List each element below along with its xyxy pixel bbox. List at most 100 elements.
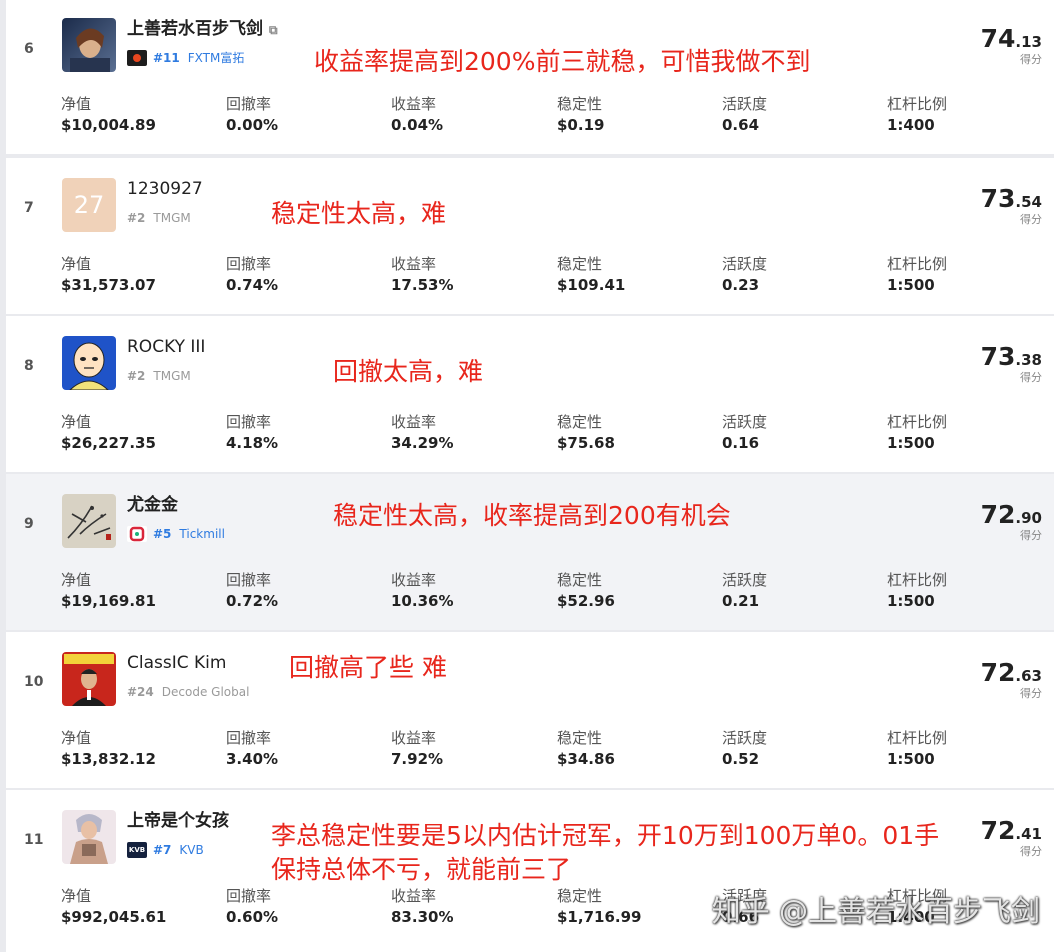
avatar[interactable]: [62, 494, 116, 548]
metric-stability: 稳定性 $109.41: [557, 254, 625, 296]
avatar[interactable]: 27: [62, 178, 116, 232]
score-decimal: .41: [1015, 825, 1042, 843]
metric-label: 回撤率: [226, 413, 272, 431]
metric-drawdown: 回撤率 0.72%: [226, 570, 278, 612]
metric-return: 收益率 83.30%: [391, 886, 453, 928]
metrics-row: 净值 $13,832.12 回撤率 3.40% 收益率 7.92% 稳定性 $34.86…: [61, 728, 981, 778]
metric-label: 净值: [61, 95, 92, 113]
score-label: 得分: [1020, 529, 1042, 542]
score-decimal: .90: [1015, 509, 1042, 527]
broker-rank: #7: [153, 843, 172, 857]
trader-card[interactable]: 10 ClassIC Kim #24 Decode Global 72.63 得…: [6, 632, 1054, 788]
score: 72.41 得分: [981, 816, 1042, 859]
trader-name[interactable]: 上善若水百步飞剑 ⧉: [127, 18, 278, 41]
trader-name[interactable]: ROCKY III: [127, 336, 205, 358]
metric-value: 1:400: [887, 116, 935, 134]
annotation-note: 稳定性太高，收率提高到200有机会: [333, 501, 731, 530]
score: 73.54 得分: [981, 184, 1042, 227]
rank-number: 6: [24, 41, 34, 57]
metric-drawdown: 回撤率 3.40%: [226, 728, 278, 770]
metric-label: 净值: [61, 571, 92, 589]
metric-value: 0.00%: [226, 116, 279, 134]
metric-value: 0.64: [722, 116, 760, 134]
broker-rank: #2: [127, 211, 146, 225]
metric-activity: 活跃度 0.64: [722, 94, 767, 136]
metric-equity: 净值 $10,004.89: [61, 94, 156, 136]
broker-rank: #5: [153, 527, 172, 541]
metric-value: $75.68: [557, 434, 615, 452]
annotation-note: 收益率提高到200%前三就稳，可惜我做不到: [314, 47, 811, 76]
score: 72.63 得分: [981, 658, 1042, 701]
metric-value: 1:500: [887, 276, 935, 294]
metric-label: 收益率: [391, 887, 437, 905]
score: 72.90 得分: [981, 500, 1042, 543]
score: 73.38 得分: [981, 342, 1042, 385]
tickmill-logo-icon: [127, 526, 147, 542]
metric-value: 0.04%: [391, 116, 444, 134]
score-integer: 72: [980, 500, 1016, 529]
metrics-row: 净值 $31,573.07 回撤率 0.74% 收益率 17.53% 稳定性 $109.…: [61, 254, 981, 304]
broker-name[interactable]: Decode Global: [162, 684, 250, 700]
broker-rank: #2: [127, 369, 146, 383]
metric-activity: 活跃度 0.16: [722, 412, 767, 454]
broker-name[interactable]: TMGM: [153, 210, 190, 226]
metric-label: 活跃度: [722, 571, 768, 589]
metric-value: 10.36%: [391, 592, 454, 610]
broker-name[interactable]: FXTM富拓: [188, 50, 245, 66]
metric-label: 杠杆比例: [887, 95, 948, 113]
metric-label: 稳定性: [557, 571, 603, 589]
trader-name[interactable]: 尤金金: [127, 494, 178, 516]
metric-value: $19,169.81: [61, 592, 156, 610]
metric-label: 收益率: [391, 255, 437, 273]
metric-activity: 活跃度 0.21: [722, 570, 767, 612]
trader-card[interactable]: 6 上善若水百步飞剑 ⧉ #11 FXTM富拓 74.13 得分 净值 $10,…: [6, 0, 1054, 154]
broker-name[interactable]: Tickmill: [179, 526, 225, 542]
metric-label: 稳定性: [557, 887, 603, 905]
metric-label: 回撤率: [226, 571, 272, 589]
metric-label: 净值: [61, 413, 92, 431]
metric-value: $13,832.12: [61, 750, 156, 768]
broker-name[interactable]: KVB: [179, 842, 203, 858]
external-link-icon[interactable]: ⧉: [269, 23, 278, 37]
trader-card[interactable]: 7 27 1230927 #2 TMGM 73.54 得分 净值 $31,573.…: [6, 158, 1054, 314]
rank-number: 11: [24, 832, 44, 848]
metric-label: 收益率: [391, 95, 437, 113]
avatar[interactable]: [62, 810, 116, 864]
broker-name[interactable]: TMGM: [153, 368, 190, 384]
broker-line: KVB #7 KVB: [127, 842, 204, 858]
metric-value: 1:500: [887, 434, 935, 452]
metric-equity: 净值 $26,227.35: [61, 412, 156, 454]
broker-rank: #11: [153, 51, 180, 65]
metric-label: 活跃度: [722, 413, 768, 431]
broker-line: #11 FXTM富拓: [127, 50, 244, 66]
metric-label: 杠杆比例: [887, 413, 948, 431]
broker-line: #2 TMGM: [127, 210, 191, 226]
metric-value: $34.86: [557, 750, 615, 768]
score-integer: 74: [980, 24, 1016, 53]
avatar[interactable]: [62, 652, 116, 706]
trader-name[interactable]: 1230927: [127, 178, 203, 200]
metric-value: 1:500: [887, 750, 935, 768]
metric-equity: 净值 $13,832.12: [61, 728, 156, 770]
trader-card[interactable]: 8 ROCKY III #2 TMGM 73.38 得分 净值 $26,227.3…: [6, 316, 1054, 472]
metrics-row: 净值 $10,004.89 回撤率 0.00% 收益率 0.04% 稳定性 $0.19 …: [61, 94, 981, 144]
metrics-row: 净值 $26,227.35 回撤率 4.18% 收益率 34.29% 稳定性 $75.6…: [61, 412, 981, 462]
metric-value: 0.72%: [226, 592, 279, 610]
score-decimal: .54: [1015, 193, 1042, 211]
avatar[interactable]: [62, 18, 116, 72]
trader-card[interactable]: 9 尤金金 #5 Tickmill 72.90 得分 净值 $19,169.81 …: [6, 474, 1054, 630]
metric-label: 回撤率: [226, 255, 272, 273]
metric-label: 净值: [61, 729, 92, 747]
annotation-note: 回撤高了些 难: [289, 653, 447, 682]
metric-value: 0.52: [722, 750, 760, 768]
leaderboard-list: 6 上善若水百步飞剑 ⧉ #11 FXTM富拓 74.13 得分 净值 $10,…: [6, 0, 1054, 952]
metric-value: 83.30%: [391, 908, 454, 926]
trader-name[interactable]: ClassIC Kim: [127, 652, 226, 674]
avatar-initials: 27: [73, 191, 105, 219]
metric-drawdown: 回撤率 0.74%: [226, 254, 278, 296]
metric-label: 收益率: [391, 571, 437, 589]
avatar[interactable]: [62, 336, 116, 390]
trader-name[interactable]: 上帝是个女孩: [127, 810, 229, 832]
score-label: 得分: [1020, 845, 1042, 858]
metric-drawdown: 回撤率 0.60%: [226, 886, 278, 928]
